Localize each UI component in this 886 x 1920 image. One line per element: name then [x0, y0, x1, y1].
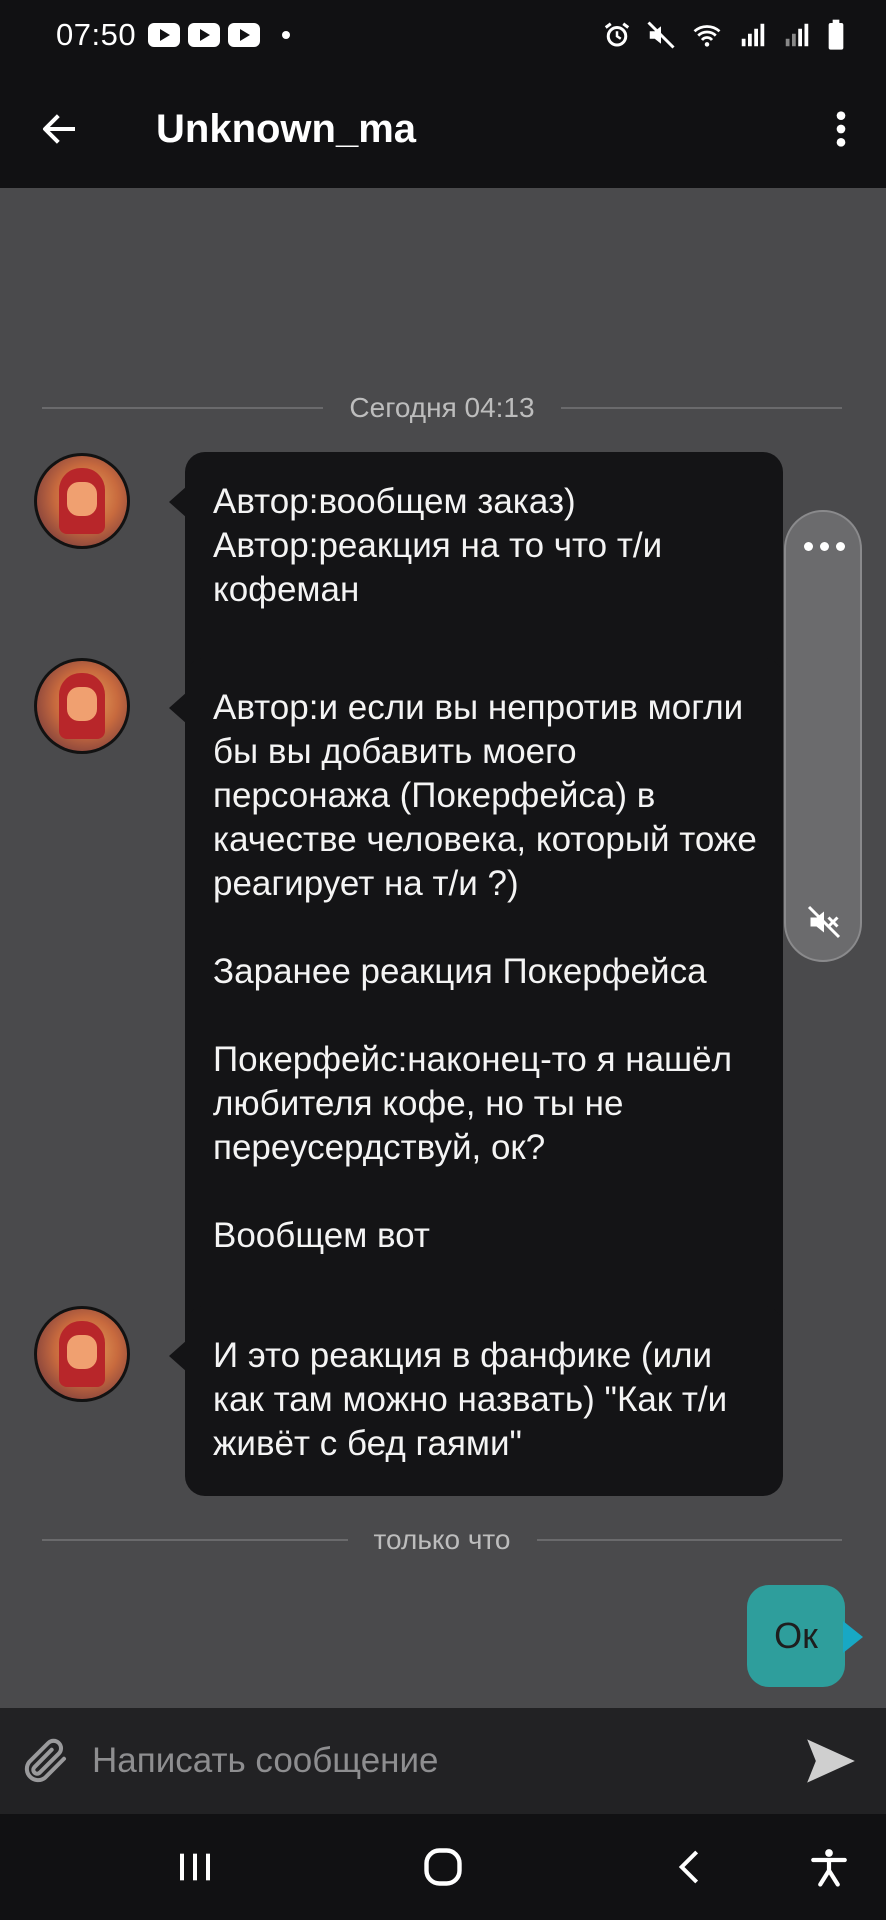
system-icons	[602, 19, 846, 51]
avatar[interactable]	[34, 658, 130, 754]
more-vert-icon	[836, 111, 846, 147]
mute-icon	[807, 905, 841, 939]
message-list[interactable]: Сегодня 04:13 Автор:вообщем заказ) Автор…	[0, 188, 886, 1708]
message-composer	[0, 1708, 886, 1814]
status-time: 07:50	[56, 17, 137, 52]
nav-back-button[interactable]	[668, 1840, 712, 1894]
notification-icons	[148, 23, 291, 47]
more-notifications-icon	[282, 31, 291, 39]
wifi-icon	[693, 25, 721, 47]
chat-title[interactable]: Unknown_ma	[156, 107, 416, 152]
accessibility-button[interactable]	[804, 1840, 854, 1894]
send-icon	[807, 1739, 855, 1783]
signal-icon	[741, 23, 765, 47]
signal-icon	[785, 23, 809, 47]
recents-icon	[180, 1853, 210, 1881]
attach-button[interactable]	[0, 1708, 92, 1814]
youtube-icon	[188, 23, 221, 47]
system-navigation-bar	[0, 1814, 886, 1920]
back-arrow-icon	[43, 114, 75, 144]
date-divider-label: только что	[373, 1524, 511, 1555]
date-divider: только что	[42, 1520, 843, 1560]
paperclip-icon	[24, 1738, 67, 1783]
accessibility-icon	[811, 1849, 847, 1887]
avatar[interactable]	[34, 1306, 130, 1402]
battery-icon	[828, 19, 844, 50]
mute-icon	[647, 21, 675, 49]
message-input[interactable]	[92, 1721, 776, 1801]
date-divider: Сегодня 04:13	[42, 388, 843, 428]
more-horiz-icon[interactable]	[804, 542, 845, 551]
avatar[interactable]	[34, 453, 130, 549]
outgoing-message[interactable]: Ок	[747, 1585, 863, 1687]
incoming-message[interactable]: И это реакция в фанфике (или как там мож…	[169, 1306, 783, 1496]
recents-button[interactable]	[170, 1840, 220, 1894]
chat-screen: 07:50 Unknown_ma Сегодня 04:13 Автор:воо…	[0, 0, 886, 1920]
home-icon	[424, 1848, 462, 1886]
status-bar: 07:50	[0, 0, 886, 70]
mute-toggle[interactable]	[806, 904, 842, 945]
youtube-icon	[148, 23, 181, 47]
date-divider-label: Сегодня 04:13	[349, 392, 535, 423]
more-options-button[interactable]	[796, 70, 886, 188]
youtube-icon	[228, 23, 261, 47]
alarm-icon	[604, 22, 630, 47]
home-button[interactable]	[416, 1840, 470, 1894]
app-bar: Unknown_ma	[0, 70, 886, 188]
floating-volume-panel	[784, 510, 862, 962]
back-button[interactable]	[0, 70, 120, 188]
send-button[interactable]	[776, 1708, 886, 1814]
back-icon	[678, 1850, 699, 1884]
